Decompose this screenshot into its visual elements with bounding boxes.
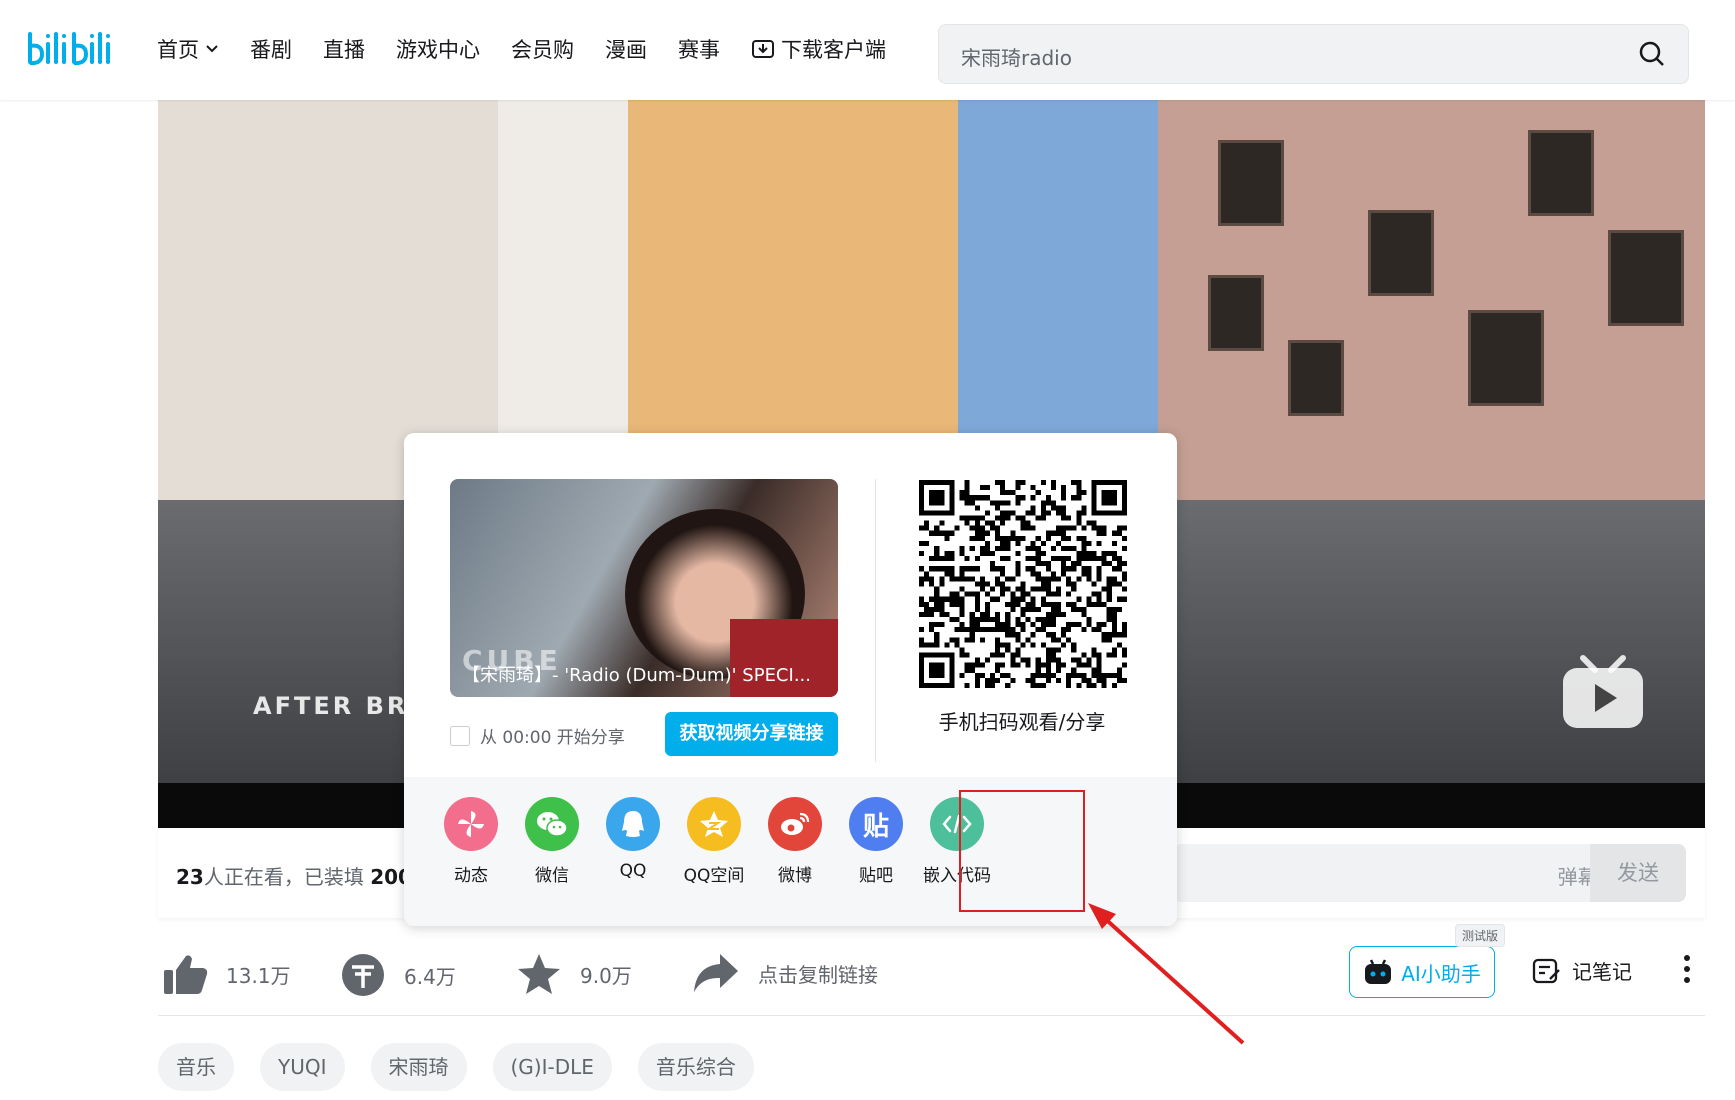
annotation-arrow	[1088, 903, 1245, 1045]
